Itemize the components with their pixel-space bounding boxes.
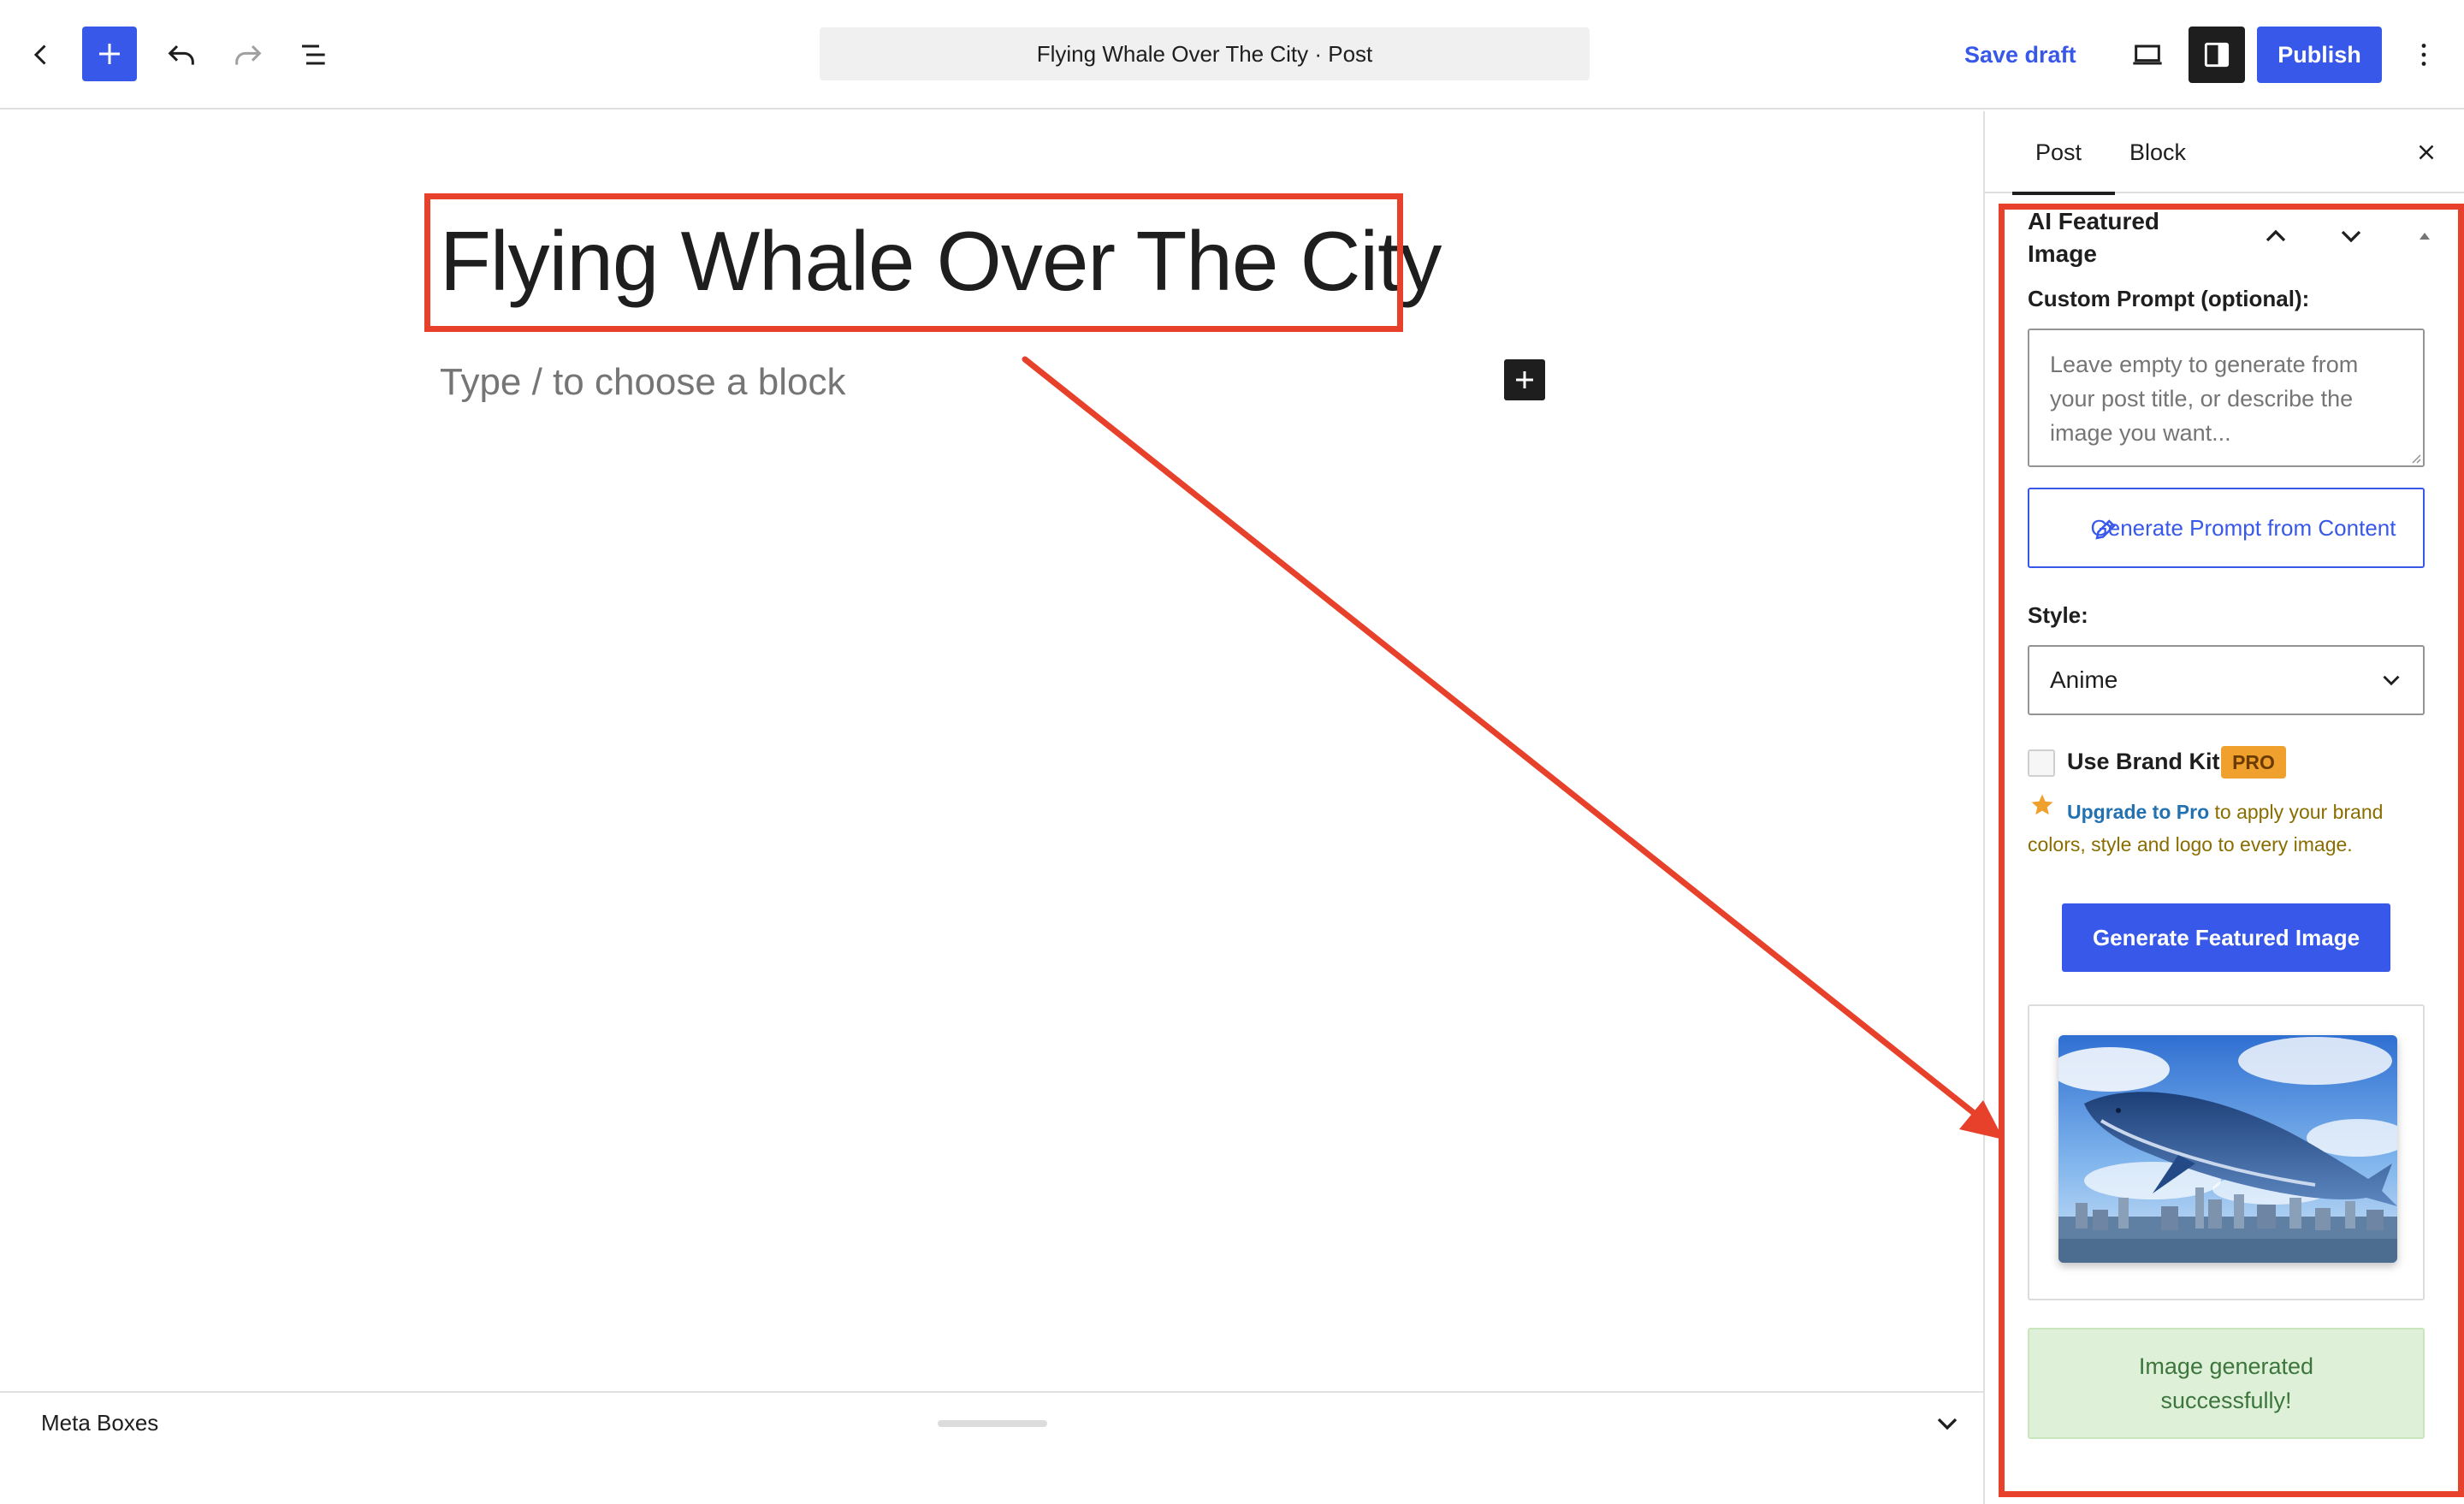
style-select[interactable]: Anime [2028, 645, 2425, 715]
meta-boxes-label: Meta Boxes [41, 1410, 159, 1436]
chevron-down-icon[interactable] [2334, 219, 2368, 253]
block-placeholder[interactable]: Type / to choose a block [440, 361, 846, 404]
document-overview-button[interactable] [287, 27, 342, 82]
options-button[interactable] [2402, 27, 2445, 82]
back-button[interactable] [19, 26, 63, 84]
redo-button[interactable] [221, 27, 275, 82]
meta-boxes-resize-handle[interactable] [938, 1420, 1047, 1427]
tab-post[interactable]: Post [2012, 111, 2115, 195]
title-annotation-box [424, 193, 1403, 332]
undo-button[interactable] [154, 27, 209, 82]
meta-boxes-panel: Meta Boxes [0, 1391, 1983, 1504]
save-draft-button[interactable]: Save draft [1964, 27, 2076, 82]
settings-button[interactable] [2189, 27, 2245, 83]
success-notice: Image generated successfully! [2028, 1328, 2425, 1439]
upgrade-to-pro-link[interactable]: Upgrade to Pro [2067, 801, 2209, 823]
sidebar-settings-icon [2204, 42, 2230, 68]
pro-badge: PRO [2221, 746, 2286, 779]
desktop-preview-icon [2133, 44, 2162, 65]
generate-prompt-button[interactable]: Generate Prompt from Content [2028, 488, 2425, 568]
generate-featured-image-button[interactable]: Generate Featured Image [2062, 903, 2390, 972]
brand-kit-checkbox[interactable] [2028, 749, 2055, 777]
generated-whale-image[interactable] [2058, 1035, 2397, 1263]
upgrade-notice: Upgrade to Pro to apply your brand color… [2028, 796, 2438, 861]
close-icon [2419, 145, 2434, 160]
chevron-up-icon[interactable] [2259, 219, 2293, 253]
block-inserter-button[interactable] [82, 27, 137, 81]
brand-kit-label[interactable]: Use Brand Kit [2067, 749, 2220, 775]
undo-icon [168, 44, 194, 65]
pencil-icon [2095, 519, 2116, 540]
document-bar[interactable]: Flying Whale Over The City · Post [820, 27, 1590, 80]
chevron-left-icon [33, 44, 46, 65]
style-label: Style: [2028, 602, 2088, 628]
sidebar-tabs: Post Block [1985, 111, 2464, 195]
editor-canvas: Flying Whale Over The City Type / to cho… [0, 111, 1983, 1391]
style-selected-value: Anime [2050, 666, 2118, 693]
settings-sidebar: Post Block AI Featured Image Custom Prom… [1983, 111, 2464, 1504]
redo-icon [235, 44, 262, 65]
editor-toolbar: Flying Whale Over The City · Post Save d… [0, 0, 2464, 110]
chevron-down-icon [2383, 675, 2400, 686]
generated-image-preview [2028, 1004, 2425, 1300]
publish-button[interactable]: Publish [2257, 27, 2382, 83]
plus-icon [1516, 371, 1533, 388]
generate-prompt-label: Generate Prompt from Content [2090, 515, 2396, 541]
more-vertical-icon [2421, 44, 2426, 66]
whale-city-illustration [2058, 1035, 2397, 1263]
preview-button[interactable] [2120, 27, 2175, 82]
add-block-button[interactable] [1504, 359, 1545, 400]
panel-title: AI Featured Image [2028, 208, 2160, 267]
plus-icon [99, 44, 120, 64]
caret-up-icon[interactable] [2414, 226, 2435, 246]
chevron-down-icon[interactable] [1930, 1406, 1964, 1441]
custom-prompt-label: Custom Prompt (optional): [2028, 286, 2310, 311]
close-sidebar-button[interactable] [2406, 132, 2447, 173]
custom-prompt-input[interactable] [2028, 329, 2425, 467]
list-view-icon [302, 44, 325, 65]
tab-block[interactable]: Block [2115, 111, 2200, 193]
resize-grip-icon[interactable] [2408, 450, 2421, 464]
document-title: Flying Whale Over The City · Post [1036, 40, 1373, 67]
